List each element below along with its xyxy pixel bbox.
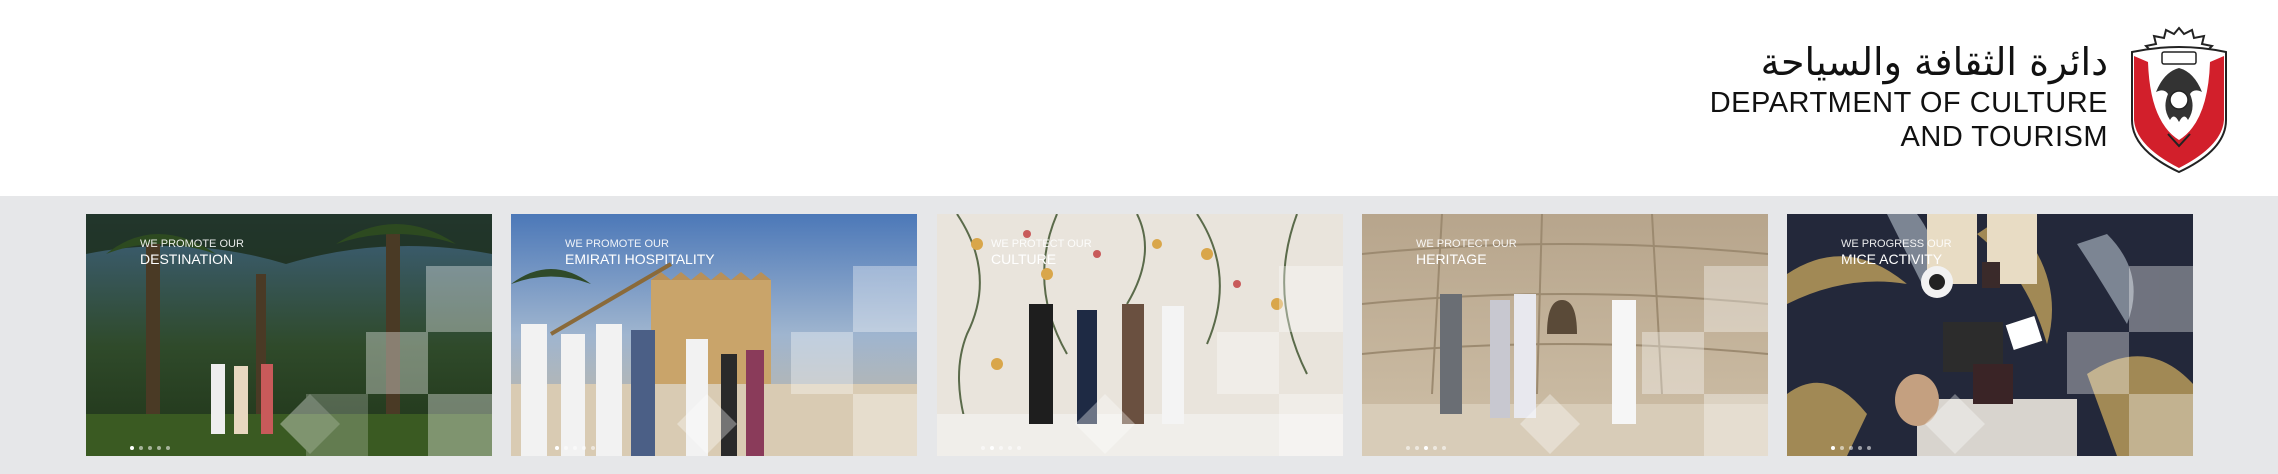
slide-dot[interactable] — [999, 446, 1003, 450]
slide-dots[interactable] — [1831, 446, 1871, 450]
slide-dot[interactable] — [139, 446, 143, 450]
falcon-emblem-icon[interactable] — [2124, 22, 2234, 178]
caption-pretitle: WE PROMOTE OUR — [565, 238, 669, 250]
arabic-department-name: دائرة الثقافة والسياحة — [1760, 40, 2108, 84]
slide-dot[interactable] — [130, 446, 134, 450]
culture-card[interactable]: WE PROTECT OUR CULTURE — [937, 214, 1343, 456]
destination-card[interactable]: WE PROMOTE OUR DESTINATION — [86, 214, 492, 456]
slide-dots[interactable] — [1406, 446, 1446, 450]
caption-title: DESTINATION — [140, 251, 234, 267]
caption-title: EMIRATI HOSPITALITY — [565, 251, 715, 267]
slide-dot[interactable] — [1415, 446, 1419, 450]
slide-dot[interactable] — [1017, 446, 1021, 450]
caption-title: HERITAGE — [1416, 251, 1487, 267]
slide-dots[interactable] — [555, 446, 595, 450]
slide-dot[interactable] — [564, 446, 568, 450]
slide-dot[interactable] — [1008, 446, 1012, 450]
slide-dot[interactable] — [1840, 446, 1844, 450]
slide-dot[interactable] — [166, 446, 170, 450]
slide-dot[interactable] — [990, 446, 994, 450]
caption-pretitle: WE PROGRESS OUR — [1841, 238, 1952, 250]
slide-dots[interactable] — [130, 446, 170, 450]
caption-pretitle: WE PROTECT OUR — [1416, 238, 1517, 250]
english-name-line-2: AND TOURISM — [1900, 121, 2108, 153]
english-name-line-1: DEPARTMENT OF CULTURE — [1709, 87, 2108, 119]
slide-dot[interactable] — [1442, 446, 1446, 450]
slide-dot[interactable] — [591, 446, 595, 450]
caption-pretitle: WE PROMOTE OUR — [140, 238, 244, 250]
slide-dot[interactable] — [573, 446, 577, 450]
caption-title: MICE ACTIVITY — [1841, 251, 1943, 267]
department-logo-text[interactable]: دائرة الثقافة والسياحة DEPARTMENT OF CUL… — [1710, 38, 2108, 154]
slide-dot[interactable] — [1867, 446, 1871, 450]
slide-dot[interactable] — [1831, 446, 1835, 450]
caption-title: CULTURE — [991, 251, 1057, 267]
emirati-hospitality-card[interactable]: WE PROMOTE OUR EMIRATI HOSPITALITY — [511, 214, 917, 456]
site-header: دائرة الثقافة والسياحة DEPARTMENT OF CUL… — [0, 0, 2278, 196]
slide-dot[interactable] — [555, 446, 559, 450]
card-caption: WE PROGRESS OUR MICE ACTIVITY — [1841, 238, 1952, 267]
slide-dot[interactable] — [1858, 446, 1862, 450]
heritage-card[interactable]: WE PROTECT OUR HERITAGE — [1362, 214, 1768, 456]
slide-dot[interactable] — [1433, 446, 1437, 450]
caption-pretitle: WE PROTECT OUR — [991, 238, 1092, 250]
card-caption: WE PROTECT OUR CULTURE — [991, 238, 1092, 267]
slide-dot[interactable] — [582, 446, 586, 450]
slide-dot[interactable] — [1406, 446, 1410, 450]
mice-activity-card[interactable]: WE PROGRESS OUR MICE ACTIVITY — [1787, 214, 2193, 456]
slide-dots[interactable] — [981, 446, 1021, 450]
slide-dot[interactable] — [1424, 446, 1428, 450]
slide-dot[interactable] — [157, 446, 161, 450]
card-caption: WE PROTECT OUR HERITAGE — [1416, 238, 1517, 267]
card-caption: WE PROMOTE OUR EMIRATI HOSPITALITY — [565, 238, 715, 267]
slide-dot[interactable] — [1849, 446, 1853, 450]
card-caption: WE PROMOTE OUR DESTINATION — [140, 238, 244, 267]
slide-dot[interactable] — [981, 446, 985, 450]
slide-dot[interactable] — [148, 446, 152, 450]
